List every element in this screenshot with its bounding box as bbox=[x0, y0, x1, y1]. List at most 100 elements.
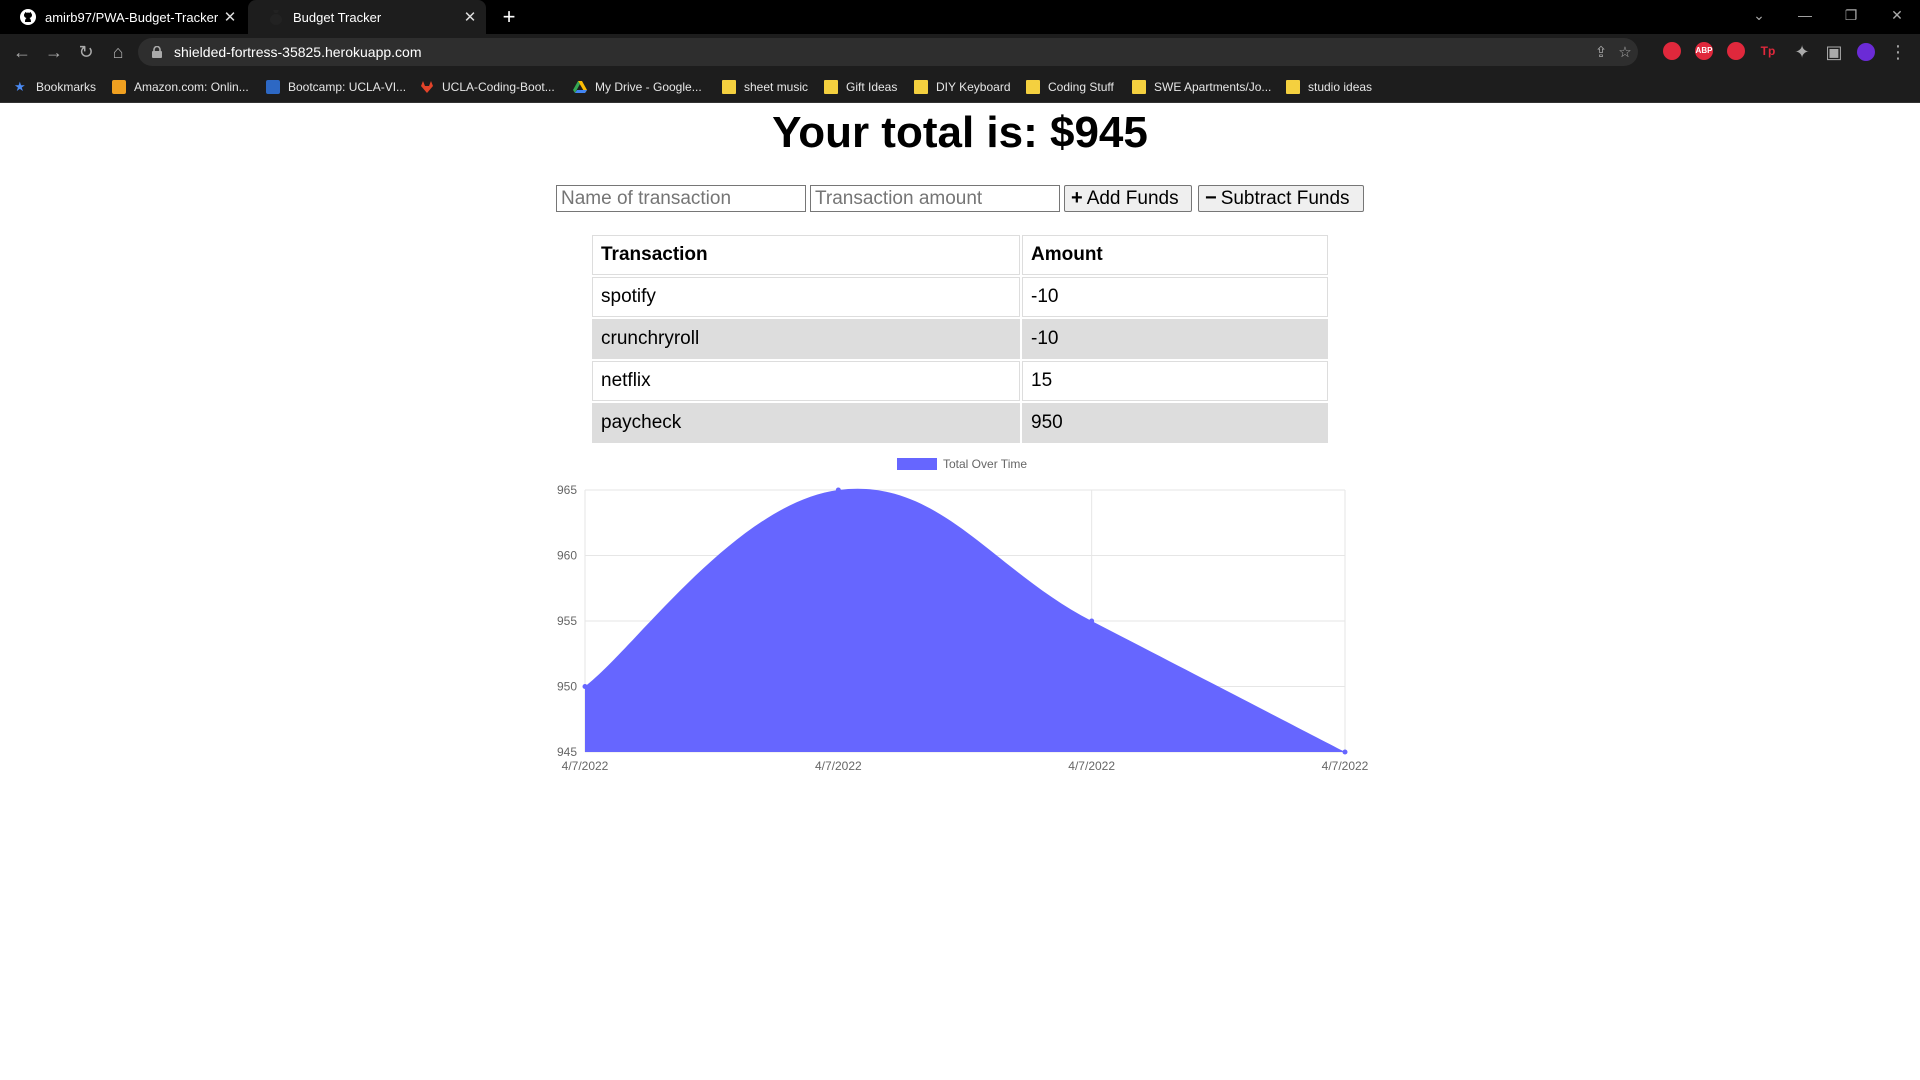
profile-avatar-icon[interactable] bbox=[1857, 43, 1875, 61]
bookmark-item[interactable]: My Drive - Google... bbox=[573, 70, 702, 103]
bookmark-item[interactable]: Bootcamp: UCLA-VI... bbox=[266, 70, 406, 103]
bookmark-item[interactable]: UCLA-Coding-Boot... bbox=[420, 70, 555, 103]
restore-icon[interactable]: ❐ bbox=[1828, 0, 1874, 30]
bookmark-item[interactable]: SWE Apartments/Jo... bbox=[1132, 70, 1271, 103]
data-point bbox=[1342, 749, 1348, 755]
bookmark-item[interactable]: studio ideas bbox=[1286, 70, 1372, 103]
transaction-amount-cell: -10 bbox=[1022, 319, 1328, 359]
bookmark-label: Amazon.com: Onlin... bbox=[134, 79, 249, 94]
y-tick-label: 960 bbox=[557, 549, 577, 563]
reload-icon[interactable]: ↻ bbox=[74, 40, 98, 64]
folder-icon bbox=[1286, 79, 1300, 94]
close-tab-icon[interactable]: ✕ bbox=[218, 8, 242, 26]
transactions-table: Transaction Amount spotify -10 crunchryr… bbox=[590, 233, 1330, 445]
bookmarks-bar: ★ Bookmarks Amazon.com: Onlin... Bootcam… bbox=[0, 70, 1920, 103]
y-tick-label: 965 bbox=[557, 483, 577, 497]
folder-icon bbox=[1132, 79, 1146, 94]
extension-icon[interactable] bbox=[1663, 42, 1681, 60]
data-point bbox=[1089, 618, 1095, 624]
bookmark-item[interactable]: Coding Stuff bbox=[1026, 70, 1114, 103]
legend-label: Total Over Time bbox=[943, 457, 1027, 471]
bookmark-label: Bootcamp: UCLA-VI... bbox=[288, 79, 407, 94]
menu-kebab-icon[interactable]: ⋮ bbox=[1886, 40, 1910, 64]
table-header-row: Transaction Amount bbox=[592, 235, 1328, 275]
bookmark-item[interactable]: ★ Bookmarks bbox=[14, 70, 96, 103]
y-tick-label: 950 bbox=[557, 680, 577, 694]
area-fill bbox=[585, 488, 1345, 752]
ucla-icon bbox=[266, 79, 280, 94]
close-tab-icon[interactable]: ✕ bbox=[458, 8, 482, 26]
puzzle-extensions-icon[interactable]: ✦ bbox=[1790, 40, 1814, 64]
lock-icon bbox=[152, 45, 162, 58]
x-tick-label: 4/7/2022 bbox=[815, 759, 862, 773]
stop-hand-icon[interactable] bbox=[1727, 42, 1745, 60]
transaction-amount-cell: 15 bbox=[1022, 361, 1328, 401]
tab-title: amirb97/PWA-Budget-Tracker bbox=[45, 9, 218, 25]
total-over-time-chart: 945 950 955 960 965 4/7/2022 4/7/2022 4/7/2022 4… bbox=[557, 457, 1369, 773]
address-bar[interactable]: shielded-fortress-35825.herokuapp.com ⇪ … bbox=[138, 38, 1638, 66]
bookmark-item[interactable]: sheet music bbox=[722, 70, 808, 103]
table-row: crunchryroll -10 bbox=[592, 319, 1328, 359]
total-heading: Your total is: $945 bbox=[0, 108, 1920, 158]
adblock-plus-icon[interactable]: ABP bbox=[1695, 42, 1713, 60]
transaction-name-cell: crunchryroll bbox=[592, 319, 1020, 359]
tab-budget-tracker[interactable]: Budget Tracker ✕ bbox=[248, 0, 486, 34]
chart-legend: Total Over Time bbox=[897, 457, 1027, 471]
column-header-amount: Amount bbox=[1022, 235, 1328, 275]
amazon-icon bbox=[112, 79, 126, 94]
bookmark-label: Coding Stuff bbox=[1048, 79, 1114, 94]
tp-extension-icon[interactable]: Tp bbox=[1759, 42, 1777, 60]
gitlab-icon bbox=[420, 80, 434, 94]
tab-github[interactable]: amirb97/PWA-Budget-Tracker ✕ bbox=[0, 0, 246, 34]
browser-toolbar: ← → ↻ ⌂ shielded-fortress-35825.herokuap… bbox=[0, 34, 1920, 70]
plus-icon: + bbox=[1071, 187, 1083, 209]
bookmark-star-icon[interactable]: ☆ bbox=[1616, 44, 1634, 62]
home-icon[interactable]: ⌂ bbox=[106, 40, 130, 64]
bookmark-label: UCLA-Coding-Boot... bbox=[442, 79, 555, 94]
close-window-icon[interactable]: ✕ bbox=[1874, 0, 1920, 30]
add-funds-button[interactable]: + Add Funds bbox=[1064, 185, 1192, 212]
tab-search-icon[interactable]: ⌄ bbox=[1736, 0, 1782, 30]
share-icon[interactable]: ⇪ bbox=[1592, 44, 1610, 62]
bookmark-item[interactable]: DIY Keyboard bbox=[914, 70, 1011, 103]
google-drive-icon bbox=[573, 80, 587, 94]
transaction-name-cell: netflix bbox=[592, 361, 1020, 401]
minus-icon: − bbox=[1205, 187, 1217, 209]
star-icon: ★ bbox=[14, 78, 26, 94]
data-point bbox=[835, 487, 841, 493]
bookmark-label: sheet music bbox=[744, 79, 809, 94]
folder-icon bbox=[914, 79, 928, 94]
subtract-funds-button[interactable]: − Subtract Funds bbox=[1198, 185, 1364, 212]
forward-icon[interactable]: → bbox=[42, 40, 66, 64]
table-row: spotify -10 bbox=[592, 277, 1328, 317]
transaction-amount-cell: 950 bbox=[1022, 403, 1328, 443]
column-header-transaction: Transaction bbox=[592, 235, 1020, 275]
transaction-name-input[interactable] bbox=[556, 185, 806, 212]
github-icon bbox=[20, 9, 36, 25]
transaction-name-cell: spotify bbox=[592, 277, 1020, 317]
bookmark-label: DIY Keyboard bbox=[936, 79, 1011, 94]
minimize-icon[interactable]: — bbox=[1782, 0, 1828, 30]
subtract-funds-label: Subtract Funds bbox=[1220, 187, 1350, 209]
bookmark-item[interactable]: Gift Ideas bbox=[824, 70, 897, 103]
x-tick-label: 4/7/2022 bbox=[1068, 759, 1115, 773]
bookmark-item[interactable]: Amazon.com: Onlin... bbox=[112, 70, 249, 103]
bookmark-label: studio ideas bbox=[1308, 79, 1373, 94]
total-text: Your total is: $945 bbox=[772, 108, 1148, 157]
legend-swatch bbox=[897, 458, 937, 470]
y-tick-label: 945 bbox=[557, 745, 577, 759]
money-bag-icon bbox=[268, 9, 284, 25]
back-icon[interactable]: ← bbox=[10, 40, 34, 64]
x-tick-label: 4/7/2022 bbox=[562, 759, 609, 773]
transaction-name-cell: paycheck bbox=[592, 403, 1020, 443]
folder-icon bbox=[1026, 79, 1040, 94]
transaction-amount-input[interactable] bbox=[810, 185, 1060, 212]
bookmark-label: My Drive - Google... bbox=[595, 79, 702, 94]
y-tick-label: 955 bbox=[557, 614, 577, 628]
budget-tracker-page: Your total is: $945 + Add Funds − Subtra… bbox=[0, 103, 1920, 1080]
bookmark-label: Bookmarks bbox=[36, 79, 97, 94]
data-point bbox=[582, 684, 588, 689]
side-panel-icon[interactable]: ▣ bbox=[1822, 40, 1846, 64]
new-tab-icon[interactable]: + bbox=[496, 4, 522, 30]
tab-title: Budget Tracker bbox=[293, 9, 382, 25]
